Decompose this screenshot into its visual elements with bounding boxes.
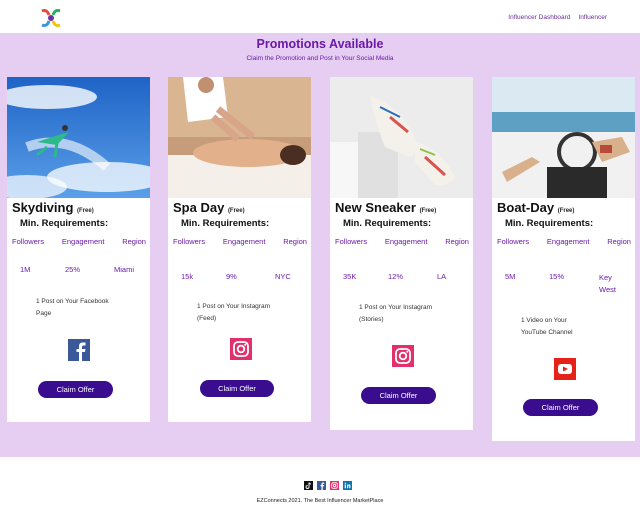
min-requirements-label: Min. Requirements: xyxy=(343,218,432,229)
min-requirements-label: Min. Requirements: xyxy=(20,218,109,229)
page-title: Promotions Available xyxy=(256,37,384,51)
footer-copyright: EZConnects 2021. The Best Influencer Mar… xyxy=(256,498,384,504)
claim-offer-button[interactable]: Claim Offer xyxy=(523,399,598,416)
region-value: Key West xyxy=(599,273,616,294)
region-header: Region xyxy=(283,237,307,246)
card-title: New Sneaker (Free) xyxy=(335,200,437,215)
min-requirements-label: Min. Requirements: xyxy=(181,218,270,229)
card-title: Boat-Day (Free) xyxy=(497,200,575,215)
promotion-card-spa-day: Spa Day (Free) Min. Requirements: Follow… xyxy=(168,77,311,422)
region-header: Region xyxy=(122,237,146,246)
promotion-card-boat-day: Boat-Day (Free) Min. Requirements: Follo… xyxy=(492,77,635,441)
card-title: Spa Day (Free) xyxy=(173,200,245,215)
footer-social-links xyxy=(304,481,352,490)
post-requirement: 1 Video on Your YouTube Channel xyxy=(521,317,573,336)
linkedin-icon[interactable] xyxy=(343,481,352,490)
followers-header: Followers xyxy=(497,237,530,246)
region-header: Region xyxy=(445,237,469,246)
region-value: NYC xyxy=(275,272,291,281)
nav-influencer-dashboard[interactable]: Influencer Dashboard xyxy=(508,14,570,21)
claim-offer-button[interactable]: Claim Offer xyxy=(38,381,113,398)
followers-value: 35K xyxy=(343,272,357,281)
region-value: Miami xyxy=(114,265,134,274)
post-requirement: 1 Post on Your Instagram (Feed) xyxy=(197,303,270,322)
engagement-value: 9% xyxy=(226,272,237,281)
promotion-card-skydiving: Skydiving (Free) Min. Requirements: Foll… xyxy=(7,77,150,422)
promotion-card-new-sneaker: New Sneaker (Free) Min. Requirements: Fo… xyxy=(330,77,473,430)
region-value: LA xyxy=(437,272,447,281)
post-requirement: 1 Post on Your Instagram (Stories) xyxy=(359,304,432,323)
followers-value: 1M xyxy=(20,265,31,274)
instagram-icon xyxy=(392,345,414,367)
boat-day-image xyxy=(492,77,635,198)
facebook-icon xyxy=(68,339,90,361)
card-title: Skydiving (Free) xyxy=(12,200,94,215)
followers-value: 5M xyxy=(505,272,516,281)
followers-value: 15k xyxy=(181,272,194,281)
engagement-value: 25% xyxy=(65,265,81,274)
engagement-header: Engagement xyxy=(384,237,428,246)
ezconnects-logo[interactable] xyxy=(38,7,64,29)
engagement-header: Engagement xyxy=(546,237,590,246)
followers-header: Followers xyxy=(335,237,368,246)
facebook-icon[interactable] xyxy=(317,481,326,490)
engagement-value: 15% xyxy=(549,272,565,281)
page-subtitle: Claim the Promotion and Post in Your Soc… xyxy=(246,55,394,62)
engagement-header: Engagement xyxy=(222,237,266,246)
claim-offer-button[interactable]: Claim Offer xyxy=(361,387,436,404)
instagram-icon xyxy=(230,338,252,360)
skydiving-image xyxy=(7,77,150,198)
top-bar: Influencer Dashboard Influencer xyxy=(0,0,640,33)
followers-header: Followers xyxy=(173,237,206,246)
tiktok-icon[interactable] xyxy=(304,481,313,490)
instagram-icon[interactable] xyxy=(330,481,339,490)
region-header: Region xyxy=(607,237,631,246)
nav-influencer[interactable]: Influencer xyxy=(578,14,607,21)
engagement-value: 12% xyxy=(388,272,404,281)
new-sneaker-image xyxy=(330,77,473,198)
youtube-icon xyxy=(554,358,576,380)
followers-header: Followers xyxy=(12,237,45,246)
claim-offer-button[interactable]: Claim Offer xyxy=(200,380,274,397)
engagement-header: Engagement xyxy=(61,237,105,246)
min-requirements-label: Min. Requirements: xyxy=(505,218,594,229)
spa-day-image xyxy=(168,77,311,198)
post-requirement: 1 Post on Your Facebook Page xyxy=(36,298,109,317)
